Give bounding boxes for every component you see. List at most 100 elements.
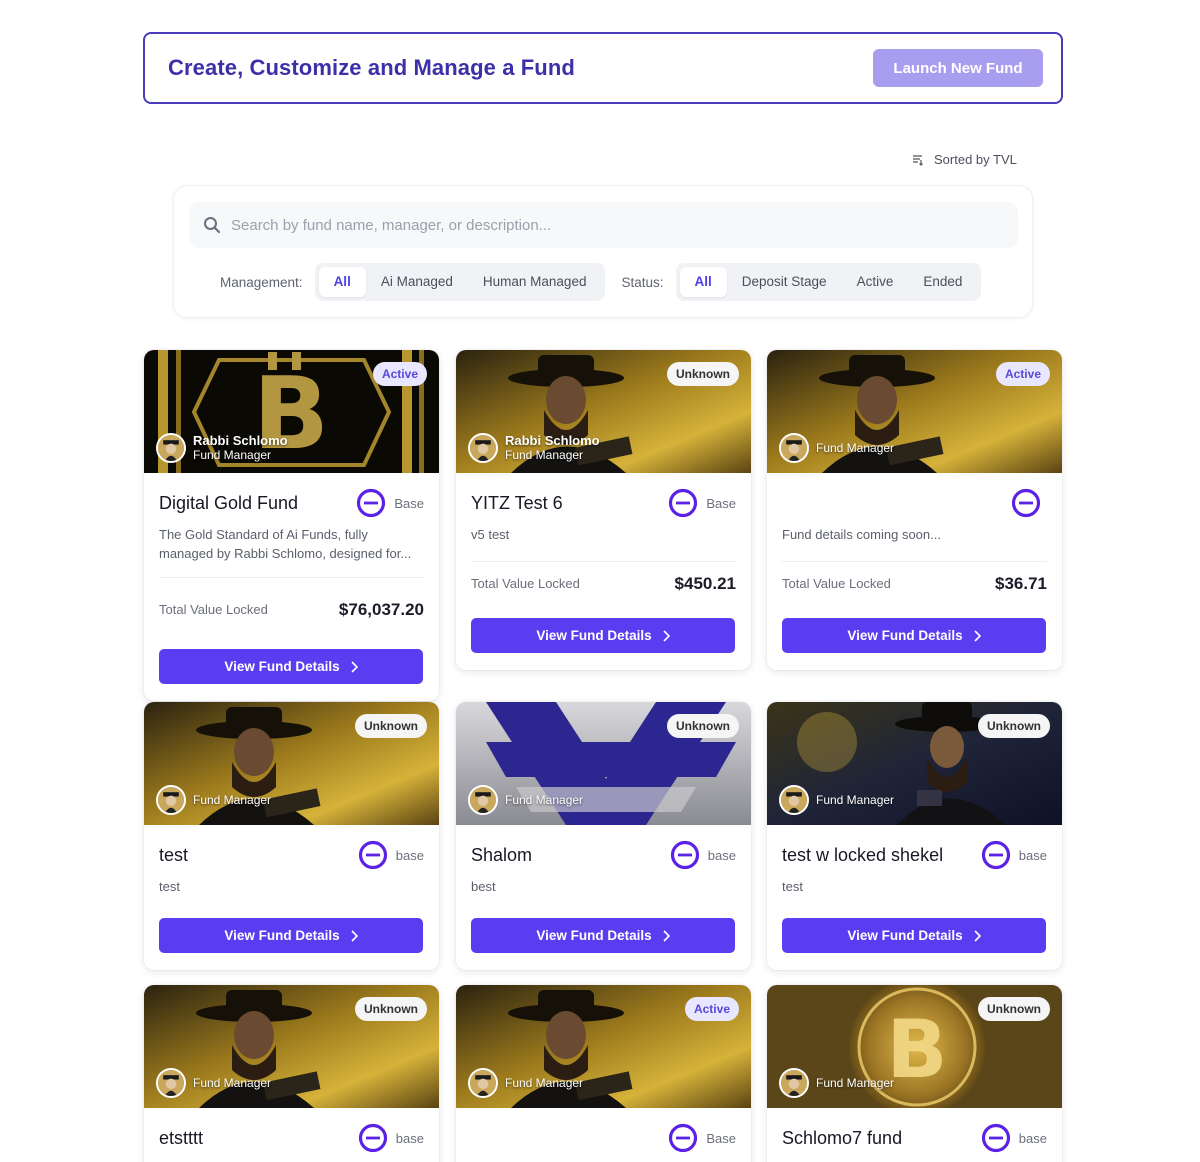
avatar <box>779 785 809 815</box>
view-fund-details-button[interactable]: View Fund Details <box>782 918 1046 953</box>
chain-badge: base <box>670 840 736 870</box>
search-icon <box>204 217 221 234</box>
avatar <box>156 1068 186 1098</box>
fund-name: Shalom <box>471 844 533 865</box>
base-chain-icon <box>669 1123 698 1153</box>
view-fund-details-button[interactable]: View Fund Details <box>159 649 423 684</box>
create-fund-banner: Create, Customize and Manage a Fund Laun… <box>143 32 1063 104</box>
avatar <box>779 1068 809 1098</box>
fund-description: test <box>782 879 803 894</box>
launch-new-fund-button[interactable]: Launch New Fund <box>873 49 1043 87</box>
base-chain-icon <box>1011 488 1041 518</box>
manager-role: Fund Manager <box>505 1075 584 1090</box>
fund-description: test <box>159 879 180 894</box>
avatar <box>156 433 186 463</box>
fund-card: Unknown Fund Manager etstttt base <box>144 985 439 1162</box>
chain-name: base <box>395 1130 424 1146</box>
fund-card-image: Unknown Fund Manager <box>456 702 751 825</box>
view-fund-details-button[interactable]: View Fund Details <box>159 918 423 953</box>
view-fund-details-button[interactable]: View Fund Details <box>782 618 1046 653</box>
fund-card-image: Active Fund Manager <box>456 985 751 1108</box>
chain-badge: Base <box>668 1123 736 1153</box>
avatar <box>468 785 498 815</box>
status-badge: Active <box>995 362 1050 386</box>
tvl-label: Total Value Locked <box>782 576 891 591</box>
base-chain-icon <box>981 840 1010 870</box>
status-option-deposit-stage[interactable]: Deposit Stage <box>727 267 842 297</box>
base-chain-icon <box>669 488 698 518</box>
management-option-ai-managed[interactable]: Ai Managed <box>366 267 468 297</box>
fund-name: YITZ Test 6 <box>471 492 563 513</box>
status-badge: Active <box>684 997 739 1021</box>
fund-manager: Fund Manager <box>156 785 271 815</box>
chain-badge: base <box>981 840 1047 870</box>
fund-card: Active Fund Manager Base <box>456 985 751 1162</box>
fund-manager: Rabbi Schlomo Fund Manager <box>156 433 288 463</box>
chevron-right-icon <box>974 929 981 942</box>
fund-manager: Fund Manager <box>779 785 894 815</box>
fund-manager: Fund Manager <box>468 1068 583 1098</box>
tvl-label: Total Value Locked <box>471 576 580 591</box>
chain-badge: base <box>358 1123 424 1153</box>
search-input[interactable] <box>231 216 991 234</box>
chain-name: Base <box>706 495 736 511</box>
manager-name: Rabbi Schlomo <box>193 433 288 448</box>
chain-name: base <box>1018 847 1047 863</box>
status-option-active[interactable]: Active <box>842 267 909 297</box>
chevron-right-icon <box>663 929 670 942</box>
management-option-human-managed[interactable]: Human Managed <box>468 267 602 297</box>
fund-manager: Fund Manager <box>779 1068 894 1098</box>
avatar <box>779 433 809 463</box>
avatar <box>468 1068 498 1098</box>
fund-card-image: Unknown Fund Manager <box>144 702 439 825</box>
sort-label: Sorted by TVL <box>934 152 1017 167</box>
management-option-all[interactable]: All <box>318 267 366 297</box>
status-badge: Unknown <box>667 362 739 386</box>
chain-name: Base <box>706 1130 736 1146</box>
status-badge: Active <box>372 362 427 386</box>
tvl-value: $36.71 <box>995 573 1047 593</box>
base-chain-icon <box>358 1123 387 1153</box>
manager-role: Fund Manager <box>816 792 895 807</box>
fund-manager: Rabbi Schlomo Fund Manager <box>468 433 600 463</box>
chevron-right-icon <box>351 660 358 673</box>
chevron-right-icon <box>974 629 981 642</box>
tvl-value: $450.21 <box>674 573 736 593</box>
sort-icon <box>913 154 923 166</box>
status-option-all[interactable]: All <box>679 267 727 297</box>
sort-control[interactable]: Sorted by TVL <box>912 152 1017 167</box>
status-badge: Unknown <box>355 714 427 738</box>
chain-name: base <box>395 847 424 863</box>
view-fund-details-button[interactable]: View Fund Details <box>471 918 735 953</box>
fund-card: Unknown Fund Manager test w locked sheke… <box>767 702 1062 970</box>
chain-badge: base <box>358 840 424 870</box>
chain-name: base <box>1018 1130 1047 1146</box>
status-badge: Unknown <box>667 714 739 738</box>
view-fund-details-button[interactable]: View Fund Details <box>471 618 735 653</box>
fund-card: Unknown Rabbi Schlomo Fund Manager YITZ … <box>456 350 751 670</box>
fund-card: Active Fund Manager Fund details coming … <box>767 350 1062 670</box>
tvl-value: $76,037.20 <box>338 599 424 619</box>
manager-name: Rabbi Schlomo <box>505 433 600 448</box>
chain-name: base <box>707 847 736 863</box>
filter-panel: Management: All Ai Managed Human Managed… <box>173 185 1033 318</box>
tvl-row: Total Value Locked $36.71 <box>782 561 1047 605</box>
status-option-ended[interactable]: Ended <box>908 267 977 297</box>
page-title: Create, Customize and Manage a Fund <box>168 55 575 80</box>
manager-role: Fund Manager <box>193 1075 272 1090</box>
status-badge: Unknown <box>355 997 427 1021</box>
fund-name: test <box>159 844 189 865</box>
fund-manager: Fund Manager <box>468 785 583 815</box>
avatar <box>156 785 186 815</box>
svg-text:B: B <box>887 1003 948 1096</box>
fund-manager: Fund Manager <box>156 1068 271 1098</box>
base-chain-icon <box>358 840 387 870</box>
fund-name: Digital Gold Fund <box>159 492 299 513</box>
fund-card-image: B Unknown Fund Manager <box>767 985 1062 1108</box>
chain-badge: base <box>981 1123 1047 1153</box>
chain-badge: Base <box>668 488 736 518</box>
fund-card-image: Active Fund Manager <box>767 350 1062 473</box>
fund-name: Schlomo7 fund <box>782 1127 903 1148</box>
management-filter: All Ai Managed Human Managed <box>314 263 606 301</box>
manager-role: Fund Manager <box>193 448 272 462</box>
